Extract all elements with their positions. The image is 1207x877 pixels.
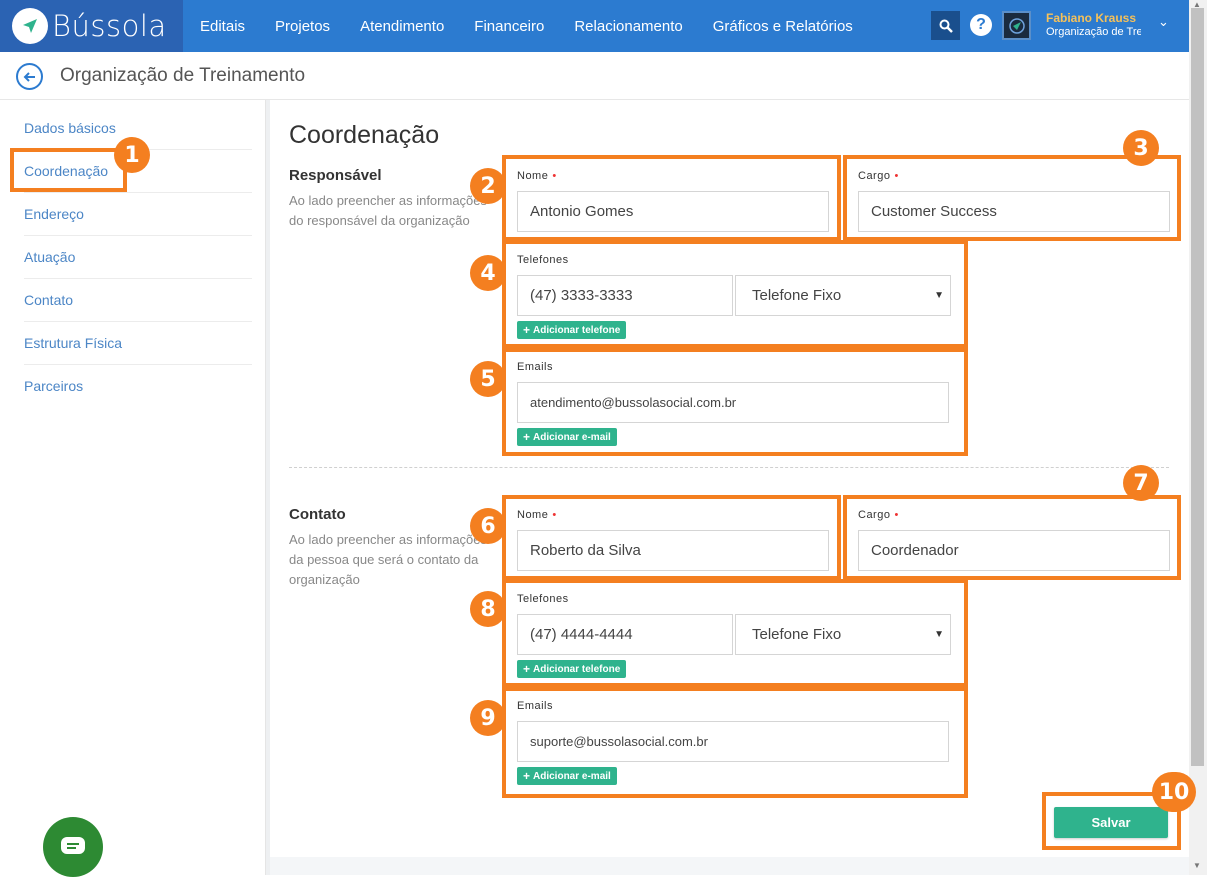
callout-badge-5: 5 xyxy=(470,361,506,397)
scrollbar-thumb[interactable] xyxy=(1191,8,1204,766)
callout-badge-3: 3 xyxy=(1123,130,1159,166)
callout-box-5 xyxy=(502,348,968,456)
callout-box-1 xyxy=(10,148,127,192)
callout-badge-4: 4 xyxy=(470,255,506,291)
sidebar-item-contato[interactable]: Contato xyxy=(24,279,252,322)
callout-badge-2: 2 xyxy=(470,168,506,204)
compass-icon xyxy=(12,8,48,44)
top-navbar: Bússola Editais Projetos Atendimento Fin… xyxy=(0,0,1189,52)
chevron-down-icon[interactable]: ⌄ xyxy=(1158,14,1169,30)
section-description-responsavel: Ao lado preencher as informações do resp… xyxy=(289,193,488,228)
menu-item-financeiro[interactable]: Financeiro xyxy=(474,18,544,35)
menu-item-graficos[interactable]: Gráficos e Relatórios xyxy=(713,18,853,35)
content-bottom xyxy=(270,857,1189,875)
callout-box-9 xyxy=(502,687,968,798)
organization-title: Organização de Treinamento xyxy=(60,65,306,86)
help-icon[interactable]: ? xyxy=(970,14,992,36)
callout-box-6 xyxy=(502,495,841,580)
scroll-up-icon[interactable]: ▲ xyxy=(1193,0,1201,9)
user-organization: Organização de Tre xyxy=(1046,26,1141,38)
menu-item-atendimento[interactable]: Atendimento xyxy=(360,18,444,35)
callout-box-3 xyxy=(843,155,1181,241)
callout-badge-9: 9 xyxy=(470,700,506,736)
section-heading-responsavel: Responsável xyxy=(289,167,382,184)
section-description-contato: Ao lado preencher as informações da pess… xyxy=(289,532,488,587)
section-heading-contato: Contato xyxy=(289,506,346,523)
callout-box-8 xyxy=(502,579,968,687)
callout-box-4 xyxy=(502,240,968,348)
brand-logo[interactable]: Bússola xyxy=(0,0,183,52)
back-button[interactable] xyxy=(16,63,43,90)
search-icon xyxy=(939,19,953,33)
callout-box-7 xyxy=(843,495,1181,580)
callout-badge-10: 10 xyxy=(1152,772,1196,812)
arrow-left-icon xyxy=(23,71,35,82)
callout-badge-6: 6 xyxy=(470,508,506,544)
section-divider xyxy=(289,467,1169,468)
chat-icon xyxy=(61,837,85,854)
menu-item-relacionamento[interactable]: Relacionamento xyxy=(574,18,682,35)
user-info[interactable]: Fabiano Krauss Organização de Tre xyxy=(1046,11,1141,39)
callout-badge-1: 1 xyxy=(114,137,150,173)
avatar[interactable] xyxy=(1002,11,1031,40)
callout-badge-8: 8 xyxy=(470,591,506,627)
chat-widget-button[interactable] xyxy=(43,817,103,877)
scroll-down-icon[interactable]: ▼ xyxy=(1193,861,1201,870)
menu-item-editais[interactable]: Editais xyxy=(200,18,245,35)
brand-name: Bússola xyxy=(52,9,167,43)
main-menu: Editais Projetos Atendimento Financeiro … xyxy=(200,0,883,52)
sidebar-item-parceiros[interactable]: Parceiros xyxy=(24,365,252,408)
sidebar-item-endereco[interactable]: Endereço xyxy=(24,193,252,236)
page-title: Coordenação xyxy=(289,121,440,149)
sidebar-item-estrutura-fisica[interactable]: Estrutura Física xyxy=(24,322,252,365)
page-header: Organização de Treinamento xyxy=(0,52,1189,100)
user-name: Fabiano Krauss xyxy=(1046,11,1137,25)
menu-item-projetos[interactable]: Projetos xyxy=(275,18,330,35)
search-button[interactable] xyxy=(931,11,960,40)
callout-badge-7: 7 xyxy=(1123,465,1159,501)
sidebar-item-atuacao[interactable]: Atuação xyxy=(24,236,252,279)
callout-box-2 xyxy=(502,155,841,241)
